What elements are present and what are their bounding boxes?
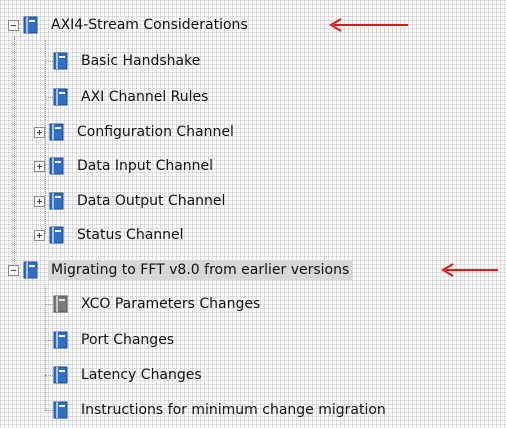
tree-connector <box>14 36 15 270</box>
tree-node-label: AXI Channel Rules <box>81 89 209 105</box>
expand-toggle[interactable] <box>34 195 45 207</box>
blue-book-icon <box>53 88 69 106</box>
red-arrow-icon <box>328 18 410 32</box>
tree-node-label: Data Output Channel <box>77 193 226 209</box>
tree-node-axi-channel-rules[interactable]: AXI Channel Rules <box>38 79 211 115</box>
tree-node-data-input-channel[interactable]: Data Input Channel <box>34 148 216 184</box>
tree-node-axi4-stream-considerations[interactable]: AXI4-Stream Considerations <box>8 7 251 43</box>
blue-book-icon <box>49 192 65 210</box>
tree-node-label: Status Channel <box>77 227 184 243</box>
blue-book-icon <box>53 401 69 419</box>
tree-node-label: Instructions for minimum change migratio… <box>81 402 386 418</box>
blue-book-icon <box>49 123 65 141</box>
collapse-toggle[interactable] <box>8 264 19 276</box>
tree-node-label: Configuration Channel <box>77 124 234 140</box>
tree-node-label: Data Input Channel <box>77 158 214 174</box>
blue-book-icon <box>49 226 65 244</box>
tree-node-label: Port Changes <box>81 332 175 348</box>
tree-node-status-channel[interactable]: Status Channel <box>34 217 187 253</box>
gray-book-icon <box>53 295 69 313</box>
tree-node-basic-handshake[interactable]: Basic Handshake <box>38 43 203 79</box>
tree-node-label: Latency Changes <box>81 367 202 383</box>
tree-node-migrating-to-fft[interactable]: Migrating to FFT v8.0 from earlier versi… <box>8 252 353 288</box>
blue-book-icon <box>53 331 69 349</box>
blue-book-icon <box>53 366 69 384</box>
blue-book-icon <box>23 261 39 279</box>
help-contents-tree: AXI4-Stream Considerations Basic Handsha… <box>0 0 506 423</box>
blue-book-icon <box>53 52 69 70</box>
tree-node-label-selected: Migrating to FFT v8.0 from earlier versi… <box>48 260 353 280</box>
expand-toggle[interactable] <box>34 160 45 172</box>
expand-toggle[interactable] <box>34 126 45 138</box>
tree-node-label: AXI4-Stream Considerations <box>51 17 248 33</box>
collapse-toggle[interactable] <box>8 19 19 31</box>
tree-node-xco-parameters-changes[interactable]: XCO Parameters Changes <box>38 286 263 322</box>
expand-toggle[interactable] <box>34 229 45 241</box>
blue-book-icon <box>49 157 65 175</box>
tree-node-label: XCO Parameters Changes <box>81 296 261 312</box>
tree-node-label: Basic Handshake <box>81 53 201 69</box>
tree-node-port-changes[interactable]: Port Changes <box>38 322 177 358</box>
tree-node-latency-changes[interactable]: Latency Changes <box>38 357 205 393</box>
blue-book-icon <box>23 16 39 34</box>
tree-node-configuration-channel[interactable]: Configuration Channel <box>34 114 237 150</box>
red-arrow-icon <box>440 263 500 277</box>
tree-node-data-output-channel[interactable]: Data Output Channel <box>34 183 228 219</box>
